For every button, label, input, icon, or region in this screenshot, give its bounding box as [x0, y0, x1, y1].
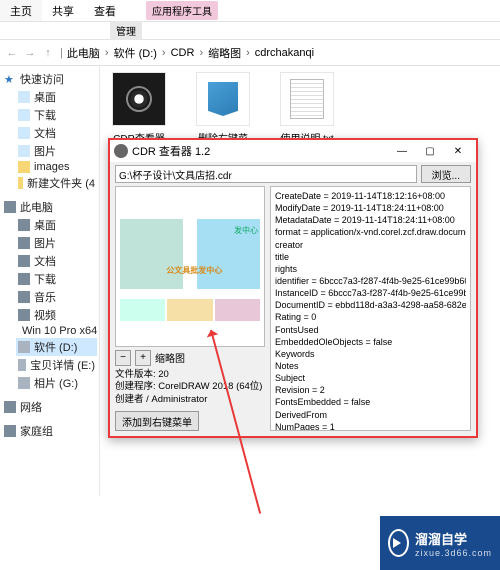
- preview-text: 发中心: [234, 225, 258, 236]
- file-path-input[interactable]: [115, 165, 417, 183]
- play-icon: [388, 529, 409, 557]
- property-row: FontsEmbedded = false: [275, 396, 466, 408]
- property-row: title: [275, 251, 466, 263]
- property-row: Keywords: [275, 348, 466, 360]
- txt-icon: [290, 79, 324, 119]
- star-icon: ★: [4, 73, 16, 85]
- minimize-button[interactable]: —: [388, 141, 416, 161]
- network[interactable]: 网络: [2, 398, 97, 416]
- titlebar[interactable]: CDR 查看器 1.2 — ▢ ✕: [110, 140, 476, 162]
- close-button[interactable]: ✕: [444, 141, 472, 161]
- nav-tree: ★快速访问 桌面 下载 文档 图片 images 新建文件夹 (4 此电脑 桌面…: [0, 66, 100, 496]
- crumb-folder1[interactable]: CDR: [171, 47, 195, 59]
- meta-build: 创建程序: CorelDRAW 2018 (64位): [115, 381, 265, 394]
- property-row: CreateDate = 2019-11-14T18:12:16+08:00: [275, 190, 466, 202]
- app-tools-label: 应用程序工具: [146, 1, 218, 20]
- watermark-brand: 溜溜自学: [415, 529, 492, 548]
- property-row: rights: [275, 263, 466, 275]
- property-row: DerivedFrom: [275, 409, 466, 421]
- tab-view[interactable]: 查看: [84, 0, 126, 21]
- property-row: DocumentID = ebbd118d-a3a3-4298-aa58-682…: [275, 299, 466, 311]
- property-row: InstanceID = 6bccc7a3-f287-4f4b-9e25-61c…: [275, 287, 466, 299]
- app-titlebar-icon: [114, 144, 128, 158]
- maximize-button[interactable]: ▢: [416, 141, 444, 161]
- tree-pics[interactable]: 图片: [16, 142, 97, 160]
- breadcrumb: ← → ↑ | 此电脑› 软件 (D:)› CDR› 缩略图› cdrchaka…: [0, 40, 500, 66]
- homegroup[interactable]: 家庭组: [2, 422, 97, 440]
- tree-images[interactable]: images: [16, 160, 97, 174]
- dialog-title: CDR 查看器 1.2: [132, 143, 210, 159]
- app-icon: [126, 86, 152, 112]
- zoom-out-button[interactable]: −: [115, 350, 131, 366]
- up-icon[interactable]: ↑: [40, 45, 56, 61]
- pc-e[interactable]: 宝贝详情 (E:): [16, 356, 97, 374]
- pc-pics[interactable]: 图片: [16, 234, 97, 252]
- meta-version: 文件版本: 20: [115, 369, 265, 382]
- pc-c[interactable]: Win 10 Pro x64 (C:: [16, 324, 97, 338]
- property-row: FontsUsed: [275, 324, 466, 336]
- pc-d-selected[interactable]: 软件 (D:): [16, 338, 97, 356]
- property-row: MetadataDate = 2019-11-14T18:24:11+08:00: [275, 214, 466, 226]
- file-txt[interactable]: 使用说明.txt: [272, 72, 342, 145]
- preview-pane: 发中心 公文具批发中心: [115, 186, 265, 347]
- pc-g[interactable]: 相片 (G:): [16, 374, 97, 392]
- property-row: Subject: [275, 372, 466, 384]
- properties-panel[interactable]: CreateDate = 2019-11-14T18:12:16+08:00Mo…: [270, 186, 471, 431]
- crumb-folder2[interactable]: 缩略图: [208, 45, 241, 61]
- tree-downloads[interactable]: 下载: [16, 106, 97, 124]
- tree-newfolder[interactable]: 新建文件夹 (4: [16, 174, 97, 192]
- forward-icon[interactable]: →: [22, 45, 38, 61]
- ribbon: 主页 共享 查看 应用程序工具: [0, 0, 500, 22]
- this-pc[interactable]: 此电脑: [2, 198, 97, 216]
- manage-label[interactable]: 管理: [110, 21, 142, 40]
- browse-button[interactable]: 浏览...: [421, 165, 471, 183]
- pc-docs[interactable]: 文档: [16, 252, 97, 270]
- property-row: format = application/x-vnd.corel.zcf.dra…: [275, 226, 466, 238]
- preview-text: 公文具批发中心: [166, 265, 222, 276]
- pc-downloads[interactable]: 下载: [16, 270, 97, 288]
- crumb-drive[interactable]: 软件 (D:): [114, 45, 157, 61]
- property-row: Notes: [275, 360, 466, 372]
- cdr-viewer-dialog: CDR 查看器 1.2 — ▢ ✕ 浏览... 发中心 公文具批发中心 − + …: [108, 138, 478, 438]
- tree-desktop[interactable]: 桌面: [16, 88, 97, 106]
- pc-music[interactable]: 音乐: [16, 288, 97, 306]
- back-icon[interactable]: ←: [4, 45, 20, 61]
- quick-access[interactable]: ★快速访问: [2, 70, 97, 88]
- zoom-in-button[interactable]: +: [135, 350, 151, 366]
- tab-home[interactable]: 主页: [0, 0, 42, 21]
- meta-creator: 创建者 / Administrator: [115, 394, 265, 407]
- reg-icon: [208, 82, 238, 116]
- add-context-menu-button[interactable]: 添加到右键菜单: [115, 411, 199, 431]
- property-row: identifier = 6bccc7a3-f287-4f4b-9e25-61c…: [275, 275, 466, 287]
- property-row: creator: [275, 239, 466, 251]
- crumb-root[interactable]: 此电脑: [67, 45, 100, 61]
- property-row: EmbeddedOleObjects = false: [275, 336, 466, 348]
- watermark-url: zixue.3d66.com: [415, 548, 492, 558]
- property-row: NumPages = 1: [275, 421, 466, 431]
- property-row: Revision = 2: [275, 384, 466, 396]
- pc-video[interactable]: 视频: [16, 306, 97, 324]
- property-row: Rating = 0: [275, 311, 466, 323]
- watermark: 溜溜自学 zixue.3d66.com: [380, 516, 500, 570]
- crumb-folder3[interactable]: cdrchakanqi: [255, 47, 314, 59]
- pc-desktop[interactable]: 桌面: [16, 216, 97, 234]
- zoom-label: 缩略图: [155, 350, 185, 365]
- property-row: ModifyDate = 2019-11-14T18:24:11+08:00: [275, 202, 466, 214]
- tree-docs[interactable]: 文档: [16, 124, 97, 142]
- tab-share[interactable]: 共享: [42, 0, 84, 21]
